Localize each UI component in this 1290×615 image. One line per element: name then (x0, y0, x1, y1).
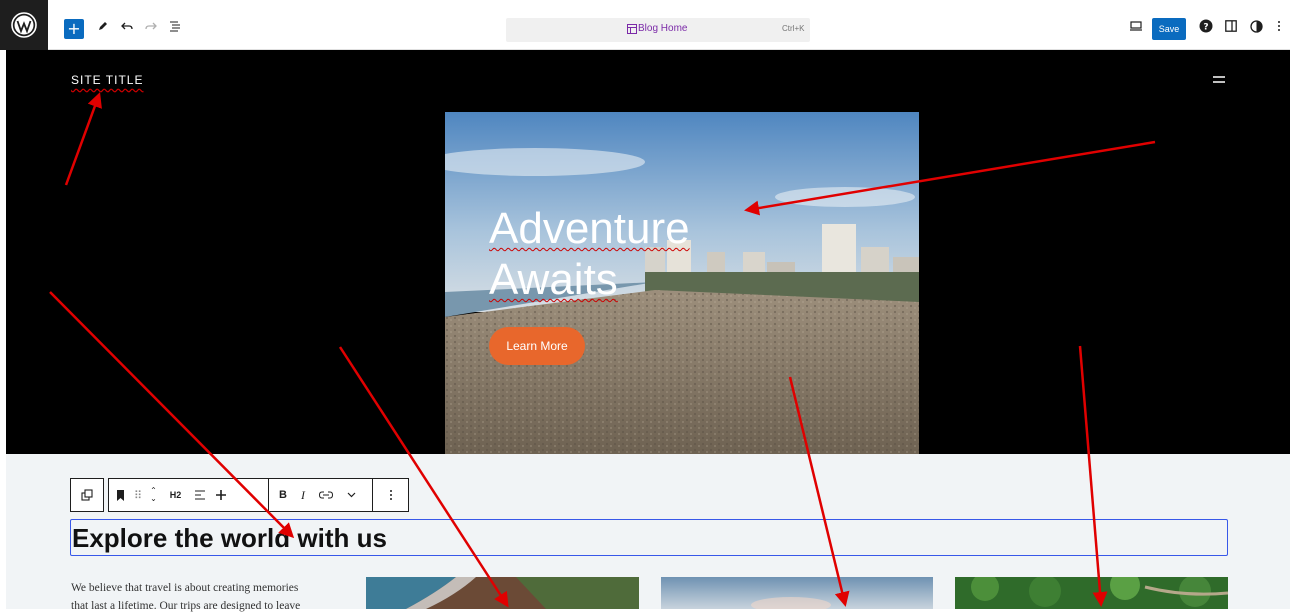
chevron-down-icon[interactable] (340, 492, 363, 498)
block-options-button[interactable] (373, 478, 409, 512)
undo-icon[interactable] (118, 17, 136, 35)
template-icon (627, 24, 637, 34)
document-title: Blog Home (638, 23, 688, 34)
link-icon[interactable] (312, 491, 340, 499)
wordpress-logo[interactable] (0, 0, 48, 50)
svg-text:?: ? (1203, 23, 1208, 33)
save-button[interactable]: Save (1152, 18, 1186, 40)
gallery-image-forest[interactable] (955, 577, 1228, 609)
copy-block-icon (81, 489, 93, 501)
help-icon[interactable]: ? (1197, 17, 1215, 35)
section-heading[interactable]: Explore the world with us (71, 520, 1227, 557)
list-view-icon[interactable] (166, 17, 184, 35)
bold-button[interactable]: B (269, 489, 294, 501)
half-circle-icon[interactable] (1247, 17, 1265, 35)
insert-icon[interactable] (212, 490, 230, 500)
document-bar[interactable]: Blog Home Ctrl+K (506, 18, 810, 42)
drag-handle-icon[interactable]: ⠿ (132, 489, 144, 502)
hero-heading-line-1: Adventure (489, 204, 690, 253)
intro-paragraph[interactable]: We believe that travel is about creating… (71, 579, 351, 615)
intro-line-1: We believe that travel is about creating… (71, 582, 299, 594)
move-up-down-icon[interactable]: ⌃ ⌄ (144, 487, 163, 503)
wordpress-logo-icon (11, 12, 37, 38)
hero-heading[interactable]: Adventure Awaits (489, 203, 690, 305)
site-title[interactable]: SITE TITLE (71, 73, 143, 87)
redo-icon[interactable] (142, 17, 160, 35)
editor-top-bar: + Blog Home Ctrl+K Save ? (0, 0, 1290, 50)
sidebar-icon[interactable] (1222, 17, 1240, 35)
gallery-image-sky[interactable] (661, 577, 933, 609)
heading-level-button[interactable]: H2 (163, 490, 189, 500)
add-block-button[interactable]: + (64, 19, 84, 39)
hamburger-menu-icon[interactable] (1213, 76, 1225, 84)
pencil-icon[interactable] (94, 17, 112, 35)
hero-heading-line-2: Awaits (489, 255, 618, 304)
format-controls-group: B I (269, 478, 373, 512)
bookmark-icon[interactable] (109, 489, 132, 501)
parent-block-button[interactable] (70, 478, 104, 512)
more-vertical-icon (389, 490, 392, 500)
more-vertical-icon[interactable] (1274, 17, 1284, 35)
command-shortcut: Ctrl+K (782, 24, 805, 33)
align-text-icon[interactable] (188, 490, 212, 500)
learn-more-button[interactable]: Learn More (489, 327, 585, 365)
gallery-image-coast[interactable] (366, 577, 639, 609)
intro-line-2: that last a lifetime. Our trips are desi… (71, 600, 301, 612)
block-toolbar: ⠿ ⌃ ⌄ H2 B I (70, 478, 409, 512)
section-heading-block[interactable]: Explore the world with us (70, 519, 1228, 556)
block-controls-group: ⠿ ⌃ ⌄ H2 (108, 478, 269, 512)
italic-button[interactable]: I (294, 488, 312, 503)
desktop-view-icon[interactable] (1127, 17, 1145, 35)
